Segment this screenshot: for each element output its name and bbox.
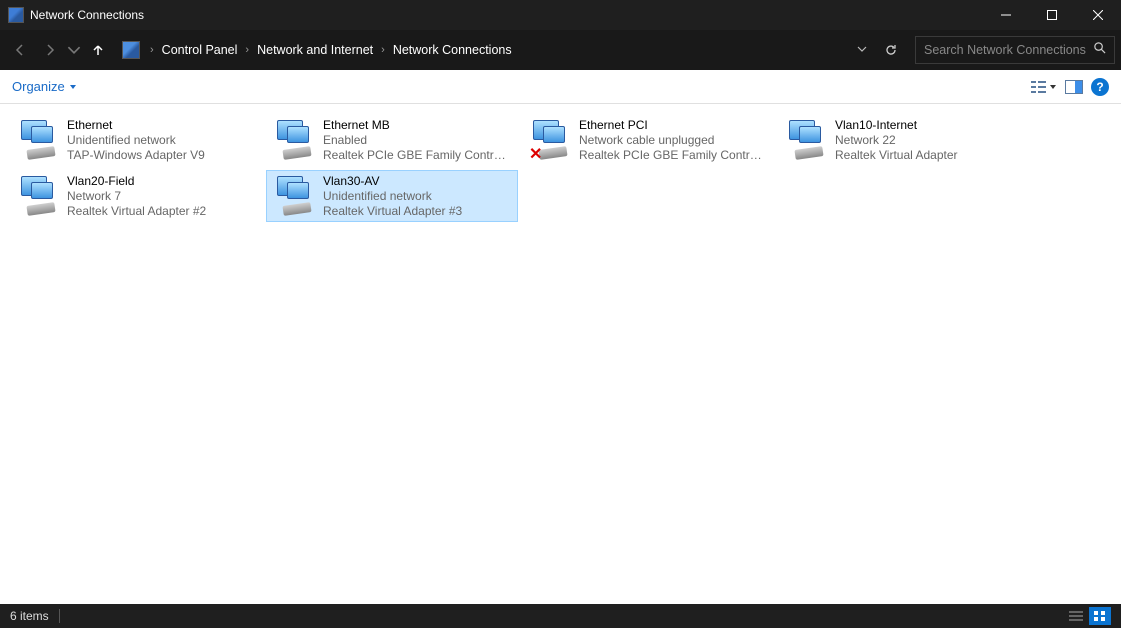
connection-adapter: Realtek PCIe GBE Family Controll... <box>579 148 767 163</box>
maximize-button[interactable] <box>1029 0 1075 30</box>
app-icon <box>8 7 24 23</box>
network-adapter-icon <box>17 118 61 162</box>
breadcrumb-item[interactable]: Control Panel <box>158 43 242 57</box>
help-button[interactable]: ? <box>1091 78 1109 96</box>
connection-status: Network cable unplugged <box>579 133 767 148</box>
network-adapter-icon: ✕ <box>529 118 573 162</box>
window-title: Network Connections <box>30 8 983 22</box>
preview-pane-button[interactable] <box>1065 80 1083 94</box>
up-button[interactable] <box>84 36 112 64</box>
connection-status: Network 7 <box>67 189 255 204</box>
search-input[interactable] <box>924 43 1093 57</box>
connection-adapter: Realtek Virtual Adapter <box>835 148 1023 163</box>
connection-text: Ethernet MBEnabledRealtek PCIe GBE Famil… <box>323 118 511 163</box>
breadcrumb-item[interactable]: Network and Internet <box>253 43 377 57</box>
recent-dropdown-button[interactable] <box>66 36 82 64</box>
network-adapter-icon <box>273 118 317 162</box>
connection-text: EthernetUnidentified networkTAP-Windows … <box>67 118 255 163</box>
connection-item[interactable]: Vlan30-AVUnidentified networkRealtek Vir… <box>266 170 518 222</box>
connection-name: Ethernet <box>67 118 255 133</box>
organize-label: Organize <box>12 79 65 94</box>
search-icon[interactable] <box>1093 41 1106 59</box>
connection-item[interactable]: Vlan20-FieldNetwork 7Realtek Virtual Ada… <box>10 170 262 222</box>
connection-item[interactable]: Vlan10-InternetNetwork 22Realtek Virtual… <box>778 114 1030 166</box>
unplugged-badge-icon: ✕ <box>529 148 543 162</box>
connection-text: Ethernet PCINetwork cable unpluggedRealt… <box>579 118 767 163</box>
refresh-button[interactable] <box>875 36 907 64</box>
breadcrumb-item[interactable]: Network Connections <box>389 43 516 57</box>
connection-item[interactable]: EthernetUnidentified networkTAP-Windows … <box>10 114 262 166</box>
connection-status: Unidentified network <box>323 189 511 204</box>
connection-adapter: TAP-Windows Adapter V9 <box>67 148 255 163</box>
icons-view-button[interactable] <box>1089 607 1111 625</box>
connection-item[interactable]: Ethernet MBEnabledRealtek PCIe GBE Famil… <box>266 114 518 166</box>
connection-text: Vlan20-FieldNetwork 7Realtek Virtual Ada… <box>67 174 255 219</box>
item-count: 6 items <box>10 609 49 623</box>
details-view-button[interactable] <box>1065 607 1087 625</box>
chevron-right-icon: › <box>146 44 158 56</box>
connection-name: Vlan30-AV <box>323 174 511 189</box>
command-bar: Organize ? <box>0 70 1121 104</box>
connection-name: Vlan20-Field <box>67 174 255 189</box>
chevron-right-icon: › <box>377 44 389 56</box>
title-bar: Network Connections <box>0 0 1121 30</box>
status-view-buttons <box>1065 607 1111 625</box>
search-box[interactable] <box>915 36 1115 64</box>
minimize-button[interactable] <box>983 0 1029 30</box>
connection-name: Vlan10-Internet <box>835 118 1023 133</box>
connection-name: Ethernet PCI <box>579 118 767 133</box>
connection-status: Network 22 <box>835 133 1023 148</box>
status-bar: 6 items <box>0 604 1121 628</box>
connection-text: Vlan30-AVUnidentified networkRealtek Vir… <box>323 174 511 219</box>
breadcrumb[interactable]: › Control Panel › Network and Internet ›… <box>146 36 849 64</box>
connection-adapter: Realtek Virtual Adapter #2 <box>67 204 255 219</box>
close-button[interactable] <box>1075 0 1121 30</box>
back-button[interactable] <box>6 36 34 64</box>
connections-list: EthernetUnidentified networkTAP-Windows … <box>0 104 1121 604</box>
window-buttons <box>983 0 1121 30</box>
forward-button[interactable] <box>36 36 64 64</box>
connection-name: Ethernet MB <box>323 118 511 133</box>
separator <box>59 609 60 623</box>
connection-adapter: Realtek PCIe GBE Family Controller <box>323 148 511 163</box>
connection-status: Unidentified network <box>67 133 255 148</box>
network-adapter-icon <box>17 174 61 218</box>
organize-button[interactable]: Organize <box>12 79 77 94</box>
address-dropdown-button[interactable] <box>851 41 873 59</box>
chevron-right-icon: › <box>241 44 253 56</box>
connection-text: Vlan10-InternetNetwork 22Realtek Virtual… <box>835 118 1023 163</box>
network-adapter-icon <box>785 118 829 162</box>
connection-status: Enabled <box>323 133 511 148</box>
address-icon <box>122 41 140 59</box>
toolbar-right: ? <box>1031 78 1109 96</box>
view-options-button[interactable] <box>1031 80 1057 94</box>
network-adapter-icon <box>273 174 317 218</box>
connection-item[interactable]: ✕ Ethernet PCINetwork cable unpluggedReal… <box>522 114 774 166</box>
connection-adapter: Realtek Virtual Adapter #3 <box>323 204 511 219</box>
navigation-bar: › Control Panel › Network and Internet ›… <box>0 30 1121 70</box>
